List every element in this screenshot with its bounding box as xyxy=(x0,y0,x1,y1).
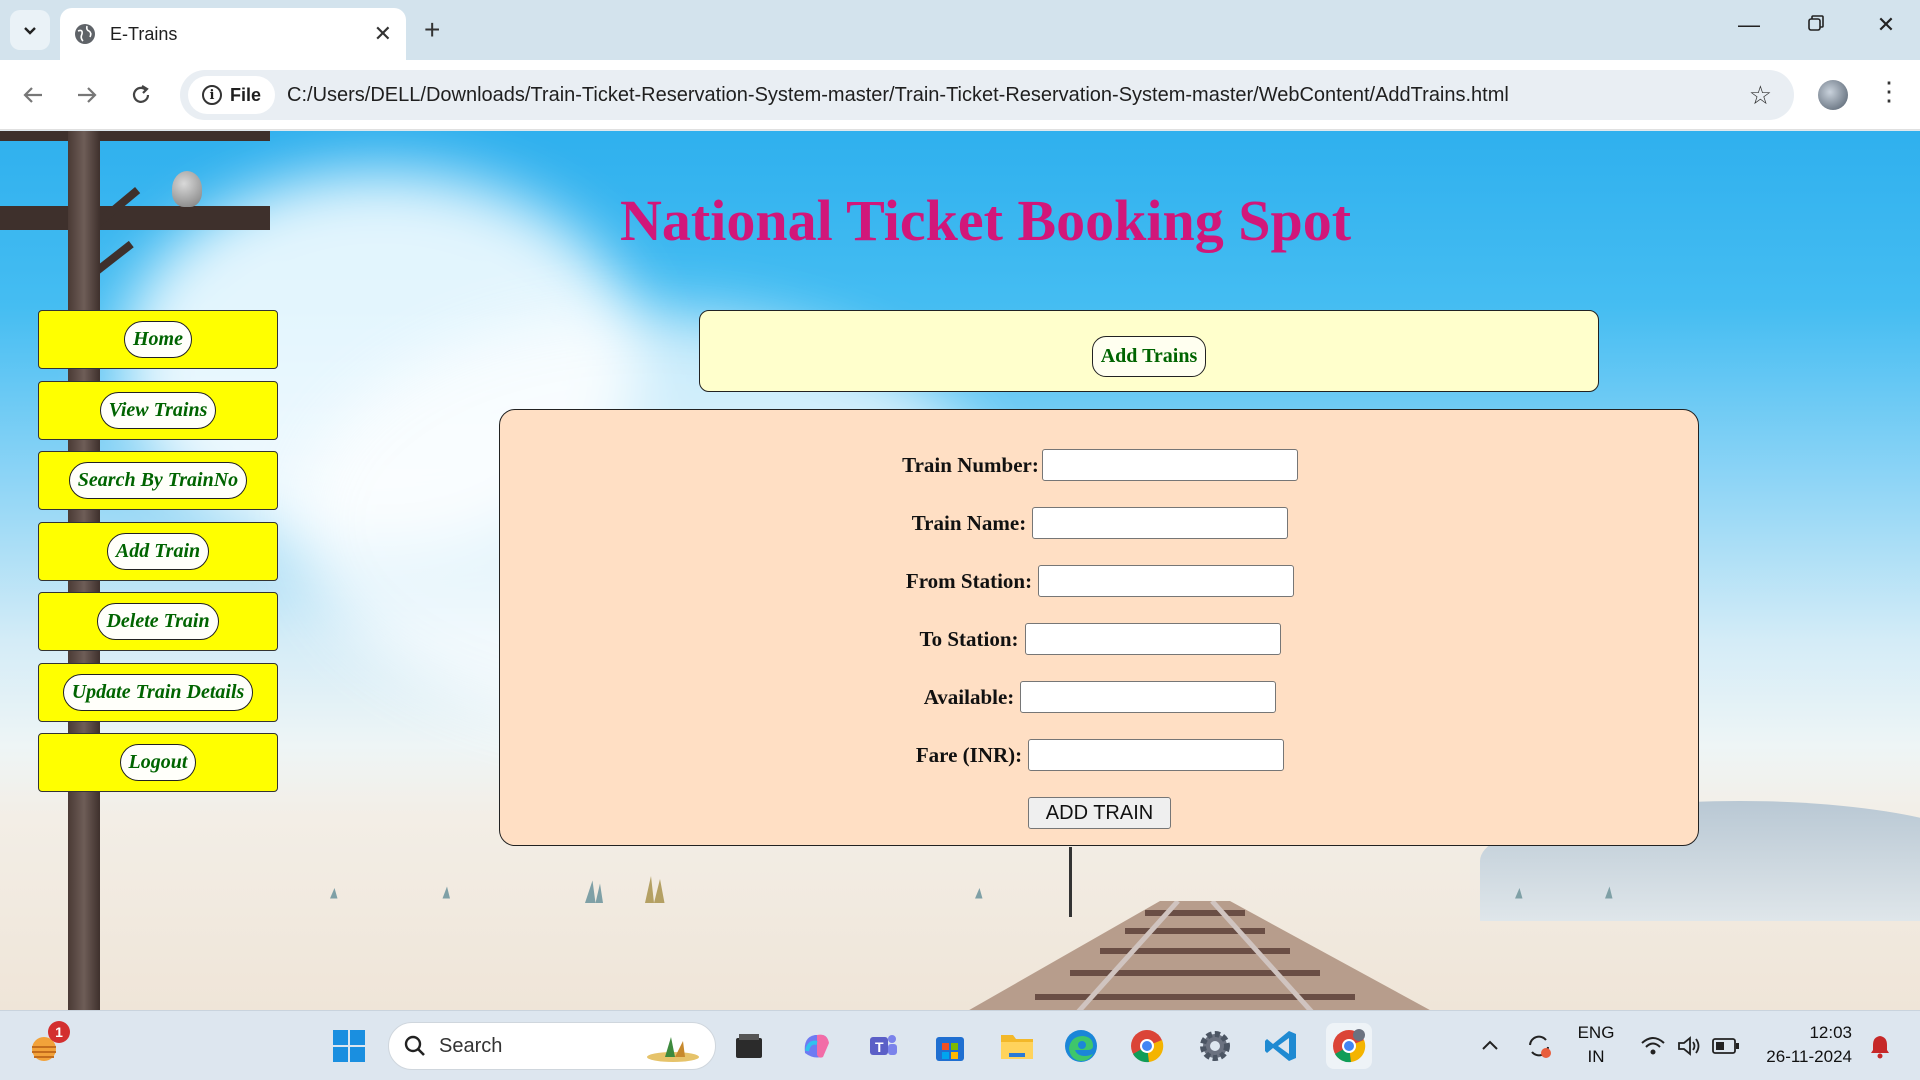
chrome-icon[interactable] xyxy=(1128,1027,1166,1065)
forward-icon[interactable] xyxy=(70,78,104,112)
weather-badge: 1 xyxy=(48,1021,70,1043)
pole-crossarm xyxy=(0,206,270,230)
language-region: IN xyxy=(1587,1047,1605,1066)
sidebar-item-view-trains[interactable]: View Trains xyxy=(38,380,278,440)
sidebar-link-add-train[interactable]: Add Train xyxy=(106,532,210,570)
form-row-train-name: Train Name: xyxy=(500,507,1700,539)
form-row-to-station: To Station: xyxy=(500,623,1700,655)
available-label: Available: xyxy=(923,684,1015,709)
url-text[interactable]: C:/Users/DELL/Downloads/Train-Ticket-Res… xyxy=(287,84,1509,107)
form-row-train-number: Train Number: xyxy=(500,449,1700,481)
browser-menu-icon[interactable]: ⋮ xyxy=(1876,76,1902,107)
train-number-label: Train Number: xyxy=(902,452,1039,477)
windows-taskbar: 1 Search T ENG IN 12:03 26-11-2024 xyxy=(0,1010,1920,1080)
svg-text:T: T xyxy=(875,1039,884,1055)
language-indicator[interactable]: ENG IN xyxy=(1576,1021,1616,1069)
sidebar-item-logout[interactable]: Logout xyxy=(38,733,278,792)
minimize-icon[interactable]: — xyxy=(1729,12,1769,38)
clock-time: 12:03 xyxy=(1809,1023,1852,1042)
page-viewport: National Ticket Booking Spot Home View T… xyxy=(0,131,1920,1010)
tab-title: E-Trains xyxy=(110,23,178,44)
sidebar-item-add-train[interactable]: Add Train xyxy=(38,521,278,581)
start-icon[interactable] xyxy=(330,1027,368,1065)
folder-icon[interactable] xyxy=(998,1027,1036,1065)
fare-input[interactable] xyxy=(1028,739,1285,771)
close-tab-icon[interactable]: ✕ xyxy=(374,21,392,47)
page-title: National Ticket Booking Spot xyxy=(620,188,1352,253)
profile-avatar[interactable] xyxy=(1818,80,1848,110)
copilot-icon[interactable] xyxy=(797,1027,835,1065)
site-info-chip[interactable]: i File xyxy=(188,76,276,114)
taskbar-search[interactable]: Search xyxy=(388,1022,716,1070)
sidebar-item-update-train-details[interactable]: Update Train Details xyxy=(38,662,278,722)
store-icon[interactable] xyxy=(931,1027,969,1065)
sidebar-item-search-by-trainno[interactable]: Search By TrainNo xyxy=(38,451,278,510)
show-hidden-icons[interactable] xyxy=(1480,1011,1500,1080)
sidebar-item-home[interactable]: Home xyxy=(38,310,278,369)
chrome-profile-icon[interactable] xyxy=(1326,1023,1372,1069)
train-name-label: Train Name: xyxy=(911,510,1027,535)
sidebar-link-delete-train[interactable]: Delete Train xyxy=(97,603,219,640)
browser-tab[interactable]: E-Trains ✕ xyxy=(60,8,406,60)
reload-icon[interactable] xyxy=(124,78,158,112)
browser-toolbar: i File C:/Users/DELL/Downloads/Train-Tic… xyxy=(0,60,1920,130)
to-station-input[interactable] xyxy=(1024,623,1281,655)
settings-icon[interactable] xyxy=(1196,1027,1234,1065)
teams-icon[interactable]: T xyxy=(864,1027,902,1065)
sidebar-link-home[interactable]: Home xyxy=(124,321,192,358)
to-station-label: To Station: xyxy=(919,626,1019,651)
notification-bell-icon[interactable] xyxy=(1868,1011,1892,1080)
sidebar-link-update-train-details[interactable]: Update Train Details xyxy=(62,673,254,711)
restore-window-icon xyxy=(1808,15,1824,31)
section-title-box: Add Trains xyxy=(699,310,1599,392)
sidebar-link-view-trains[interactable]: View Trains xyxy=(99,391,217,429)
close-window-icon[interactable]: ✕ xyxy=(1866,12,1906,38)
info-icon: i xyxy=(202,85,222,105)
edge-icon[interactable] xyxy=(1062,1027,1100,1065)
back-icon[interactable] xyxy=(16,78,50,112)
address-bar[interactable]: i File C:/Users/DELL/Downloads/Train-Tic… xyxy=(180,70,1794,120)
search-highlight-icon xyxy=(647,1037,699,1062)
available-input[interactable] xyxy=(1020,681,1277,713)
new-tab-icon[interactable]: + xyxy=(424,14,440,46)
form-row-from-station: From Station: xyxy=(500,565,1700,597)
volume-icon[interactable] xyxy=(1676,1011,1702,1080)
globe-icon xyxy=(75,24,95,44)
browser-tab-bar: E-Trains ✕ + — ✕ xyxy=(0,0,1920,60)
tab-search-button[interactable] xyxy=(10,10,50,50)
wifi-icon[interactable] xyxy=(1640,1011,1666,1080)
sidebar-link-logout[interactable]: Logout xyxy=(119,744,197,781)
form-row-available: Available: xyxy=(500,681,1700,713)
add-train-button[interactable]: ADD TRAIN xyxy=(1028,797,1171,829)
add-train-form: Train Number: Train Name: From Station: … xyxy=(499,409,1699,846)
taskbar-search-label: Search xyxy=(439,1034,503,1057)
sync-icon[interactable] xyxy=(1524,1011,1554,1080)
url-scheme-label: File xyxy=(230,84,262,105)
restore-icon[interactable] xyxy=(1796,12,1836,38)
system-clock[interactable]: 12:03 26-11-2024 xyxy=(1760,1021,1852,1069)
vscode-icon[interactable] xyxy=(1262,1027,1300,1065)
bookmark-star-icon[interactable]: ☆ xyxy=(1749,80,1772,111)
sidebar-nav: Home View Trains Search By TrainNo Add T… xyxy=(38,310,278,804)
section-title: Add Trains xyxy=(1091,335,1207,377)
battery-icon[interactable] xyxy=(1712,1011,1740,1080)
pole-insulator xyxy=(172,171,202,207)
language-code: ENG xyxy=(1577,1023,1615,1042)
desert-plants xyxy=(330,876,1613,903)
sidebar-link-search-by-trainno[interactable]: Search By TrainNo xyxy=(68,462,248,499)
pole-crossarm xyxy=(0,131,270,141)
clock-date: 26-11-2024 xyxy=(1766,1047,1852,1066)
railway-track xyxy=(969,901,1430,1010)
train-name-input[interactable] xyxy=(1032,507,1289,539)
chevron-down-icon xyxy=(24,27,36,35)
train-number-input[interactable] xyxy=(1041,449,1298,481)
search-icon xyxy=(404,1035,425,1056)
from-station-input[interactable] xyxy=(1038,565,1295,597)
fare-label: Fare (INR): xyxy=(915,742,1023,767)
form-row-fare: Fare (INR): xyxy=(500,739,1700,771)
file-manager-icon[interactable] xyxy=(730,1027,768,1065)
from-station-label: From Station: xyxy=(905,568,1033,593)
sidebar-item-delete-train[interactable]: Delete Train xyxy=(38,592,278,651)
